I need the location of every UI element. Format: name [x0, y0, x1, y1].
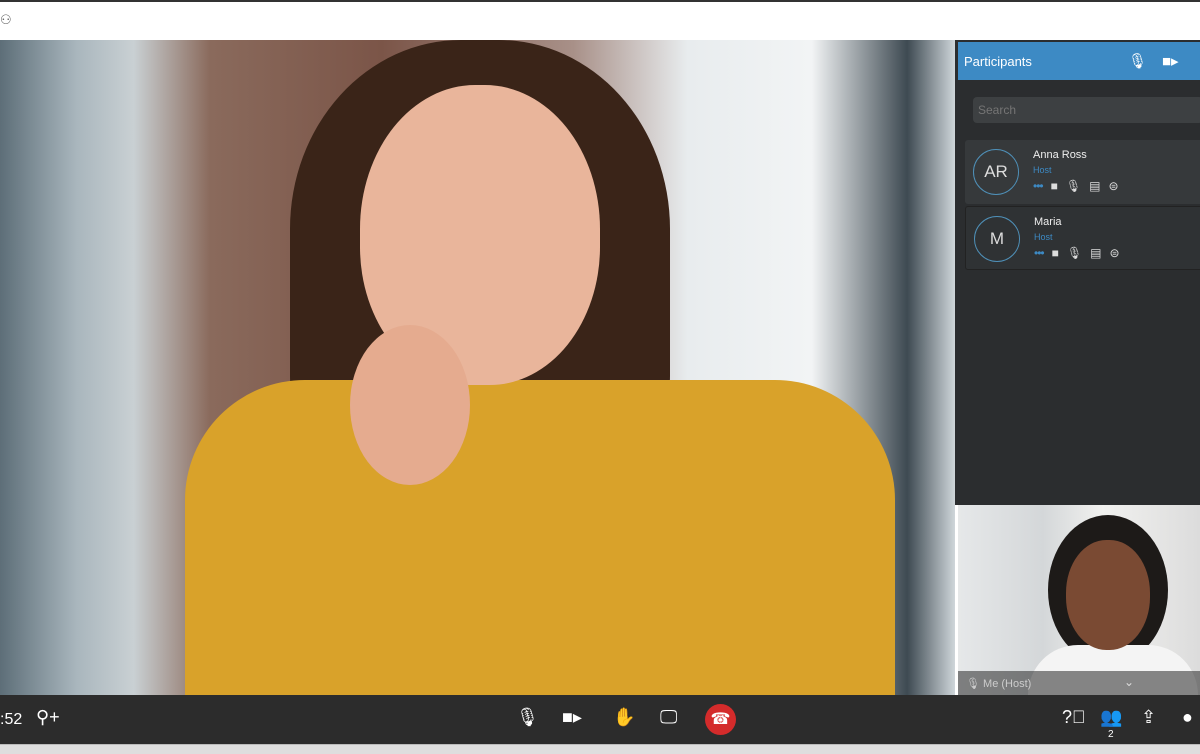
self-view-bar: 🎙 Me (Host) ⌄: [958, 671, 1200, 695]
keyboard-icon[interactable]: ▤: [1090, 246, 1101, 260]
mic-icon[interactable]: 🎙: [516, 707, 539, 728]
main-video-feed: [0, 40, 955, 695]
participant-row[interactable]: AR Anna Ross Host ••• ■ 🎙 ▤ ⊜: [965, 140, 1200, 204]
video-all-icon[interactable]: ■▸: [1162, 52, 1179, 70]
menu-icon[interactable]: ⊜: [1108, 179, 1118, 193]
panel-title: Participants: [964, 54, 1032, 69]
self-view-label: Me (Host): [983, 678, 1032, 690]
mic-icon[interactable]: 🎙: [1067, 246, 1082, 260]
participant-role: Host: [1034, 232, 1053, 242]
camera-icon[interactable]: ■▸: [562, 707, 582, 728]
participant-name: Anna Ross: [1033, 149, 1087, 161]
keyboard-icon[interactable]: ▤: [1089, 179, 1100, 193]
share-out-icon[interactable]: ⇪: [1141, 707, 1156, 728]
chevron-down-icon[interactable]: ⌄: [1124, 675, 1134, 689]
meeting-app-icon: ⚇: [0, 12, 12, 27]
participants-icon[interactable]: 👥: [1100, 707, 1122, 728]
video-icon[interactable]: ■: [1052, 246, 1059, 260]
menu-icon[interactable]: ⊜: [1109, 246, 1119, 260]
screen-share-icon[interactable]: 🖵: [660, 707, 677, 728]
more-icon[interactable]: •••: [1033, 179, 1044, 193]
remote-participant-video: [185, 40, 895, 695]
participant-search-input[interactable]: [973, 97, 1200, 123]
mic-icon: 🎙: [966, 678, 980, 690]
mic-icon[interactable]: 🎙: [1066, 179, 1081, 193]
video-icon[interactable]: ■: [1051, 179, 1058, 193]
status-bar: [0, 744, 1200, 754]
more-dot-icon[interactable]: ●: [1182, 707, 1193, 728]
avatar: AR: [973, 149, 1019, 195]
self-view-video: 🎙 Me (Host) ⌄: [958, 505, 1200, 695]
help-icon[interactable]: ?⃝: [1062, 707, 1086, 728]
raise-hand-icon[interactable]: ✋: [613, 707, 635, 728]
title-bar: ⚇: [0, 0, 1200, 40]
participant-name: Maria: [1034, 216, 1062, 228]
hang-up-button[interactable]: ☎: [705, 704, 736, 735]
elapsed-time: :52: [0, 711, 23, 728]
avatar: M: [974, 216, 1020, 262]
invite-participant-icon[interactable]: ⚲+: [36, 707, 60, 728]
participant-role: Host: [1033, 165, 1052, 175]
participants-panel: Participants 🎙 ■▸ AR Anna Ross Host ••• …: [955, 40, 1200, 505]
participant-row[interactable]: M Maria Host ••• ■ 🎙 ▤ ⊜: [965, 206, 1200, 270]
participant-count: 2: [1108, 729, 1114, 740]
more-icon[interactable]: •••: [1034, 246, 1045, 260]
mute-all-mic-icon[interactable]: 🎙: [1128, 52, 1147, 70]
meeting-toolbar: :52 ⚲+ 🎙 ■▸ ✋ 🖵 ☎ ?⃝ 👥 2 ⇪ ●: [0, 695, 1200, 744]
participants-header: Participants 🎙 ■▸: [958, 42, 1200, 80]
